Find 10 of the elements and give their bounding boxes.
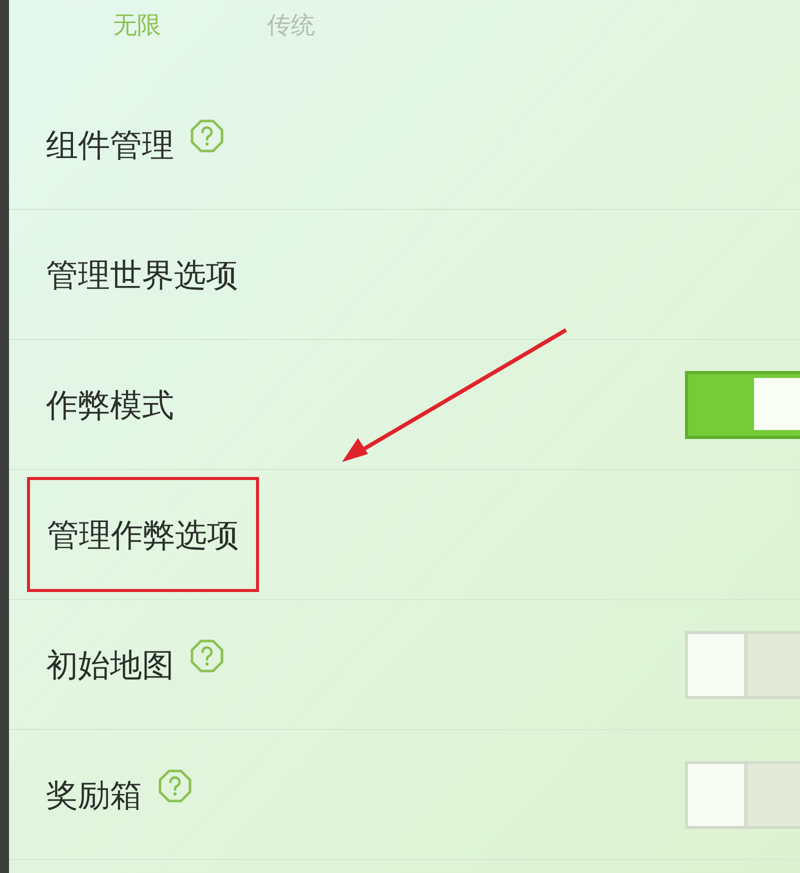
setting-label[interactable]: 初始地图 [46, 640, 174, 688]
setting-label[interactable]: 组件管理 [46, 120, 174, 168]
setting-label[interactable]: 奖励箱 [46, 770, 142, 818]
toggle-switch[interactable] [685, 370, 800, 438]
help-icon[interactable] [190, 118, 224, 152]
setting-label[interactable]: 管理世界选项 [46, 250, 238, 298]
setting-label[interactable]: 管理作弊选项 [47, 510, 239, 558]
help-icon[interactable] [158, 768, 192, 802]
setting-label[interactable]: 作弊模式 [46, 380, 174, 428]
help-icon[interactable] [190, 638, 224, 672]
